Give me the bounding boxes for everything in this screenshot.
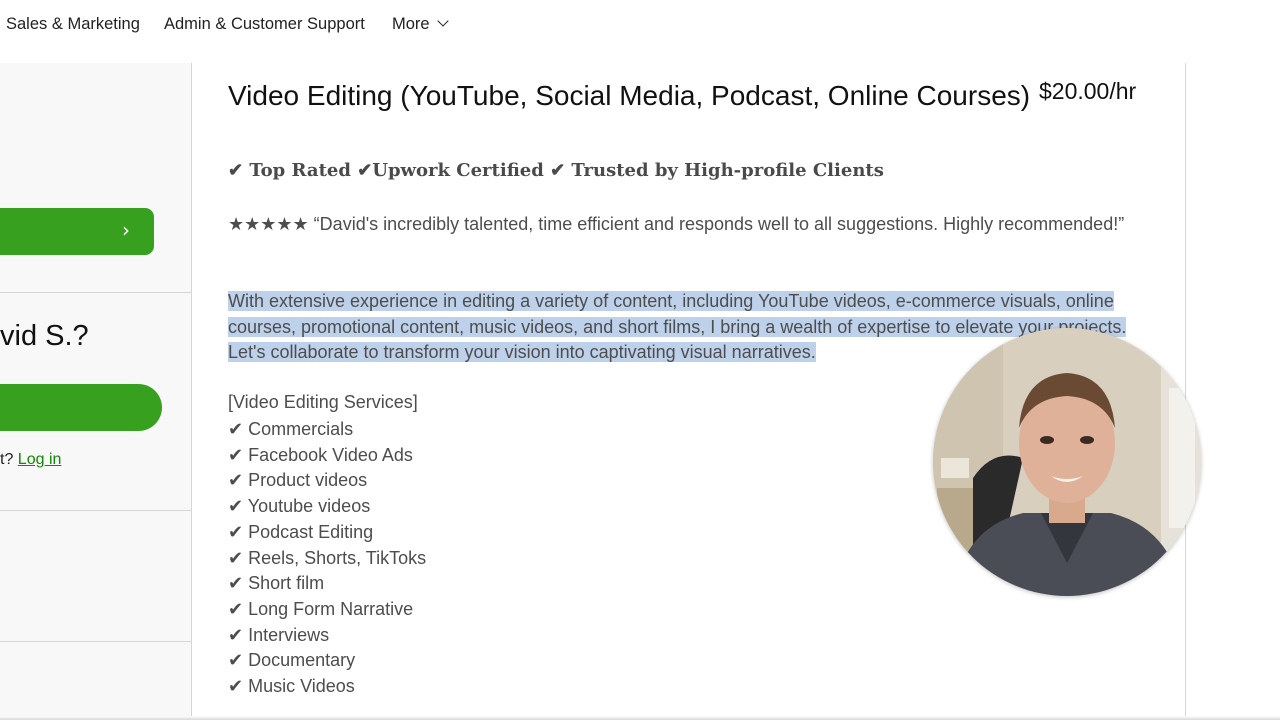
nav-item-sales-marketing[interactable]: Sales & Marketing	[6, 15, 140, 34]
bottom-shadow	[0, 716, 1280, 720]
sidebar-heading: vid S.?	[0, 320, 89, 353]
account-prompt: t? Log in	[0, 451, 61, 469]
review-quote: ★★★★★ “David's incredibly talented, time…	[228, 212, 1128, 238]
primary-action-button[interactable]: ›	[0, 208, 154, 255]
presenter-video-frame	[933, 328, 1201, 596]
nav-more-label: More	[392, 15, 430, 33]
signup-button[interactable]	[0, 384, 162, 431]
content-border	[1185, 63, 1186, 720]
top-nav: Sales & Marketing Admin & Customer Suppo…	[0, 0, 1280, 50]
login-link[interactable]: Log in	[18, 451, 62, 468]
badges-line: ✔ Top Rated ✔Upwork Certified ✔ Trusted …	[228, 160, 884, 181]
services-list: ✔ Commercials ✔ Facebook Video Ads ✔ Pro…	[228, 417, 426, 700]
list-item: ✔ Product videos	[228, 468, 426, 494]
list-item: ✔ Documentary	[228, 648, 426, 674]
chevron-down-icon	[437, 15, 448, 26]
webcam-overlay	[933, 328, 1201, 596]
list-item: ✔ Reels, Shorts, TikToks	[228, 546, 426, 572]
chevron-right-icon: ›	[122, 218, 130, 242]
hourly-rate: $20.00/hr	[1039, 78, 1136, 105]
sidebar-divider	[0, 292, 191, 293]
list-item: ✔ Podcast Editing	[228, 520, 426, 546]
list-item: ✔ Youtube videos	[228, 494, 426, 520]
list-item: ✔ Long Form Narrative	[228, 597, 426, 623]
services-heading: [Video Editing Services]	[228, 392, 418, 413]
account-prompt-text: t?	[0, 451, 13, 468]
sidebar-divider	[0, 510, 191, 511]
list-item: ✔ Music Videos	[228, 674, 426, 700]
nav-item-more[interactable]: More	[392, 15, 447, 34]
list-item: ✔ Commercials	[228, 417, 426, 443]
list-item: ✔ Short film	[228, 571, 426, 597]
list-item: ✔ Facebook Video Ads	[228, 443, 426, 469]
nav-item-admin-support[interactable]: Admin & Customer Support	[164, 15, 365, 34]
profile-title: Video Editing (YouTube, Social Media, Po…	[228, 80, 1030, 112]
list-item: ✔ Interviews	[228, 623, 426, 649]
sidebar-divider	[0, 641, 191, 642]
